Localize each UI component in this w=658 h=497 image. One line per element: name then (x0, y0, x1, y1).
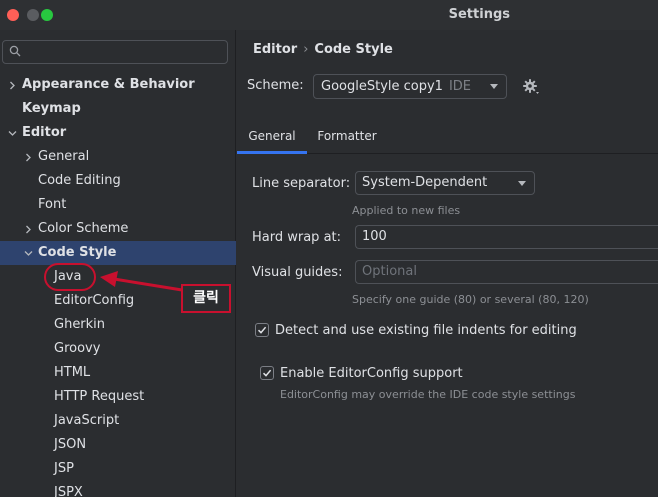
breadcrumb: Editor › Code Style (253, 42, 393, 62)
annotation-click-label: 클릭 (181, 284, 231, 313)
sidebar-item-font[interactable]: Font (0, 193, 236, 217)
annotation-highlight-circle (44, 263, 96, 291)
sidebar-item-label: General (38, 149, 90, 164)
settings-search-input[interactable] (2, 40, 228, 64)
sidebar-item-keymap[interactable]: Keymap (0, 97, 236, 121)
tab-formatter[interactable]: Formatter (313, 124, 381, 154)
editorconfig-checkbox[interactable] (260, 366, 274, 380)
search-icon (9, 45, 21, 57)
sidebar-item-color-scheme[interactable]: Color Scheme (0, 217, 236, 241)
sidebar-item-http-request[interactable]: HTTP Request (0, 385, 236, 409)
checkmark-icon (262, 369, 272, 377)
breadcrumb-parent[interactable]: Editor (253, 42, 297, 57)
sidebar-item-jsp[interactable]: JSP (0, 457, 236, 481)
settings-sidebar: Appearance & Behavior Keymap Editor General… (0, 30, 236, 497)
sidebar-item-label: Code Style (38, 245, 117, 260)
scheme-ide-badge: IDE (448, 79, 472, 94)
sidebar-item-label: JSON (54, 437, 87, 452)
sidebar-item-label: Color Scheme (38, 221, 129, 236)
chevron-right-icon[interactable] (22, 217, 34, 241)
code-style-tabs: General Formatter (237, 124, 658, 154)
sidebar-item-editor[interactable]: Editor (0, 121, 236, 145)
gear-icon[interactable] (522, 78, 540, 96)
visual-guides-input[interactable]: Optional (355, 260, 658, 284)
sidebar-item-label: Keymap (22, 101, 81, 116)
breadcrumb-separator: › (303, 42, 309, 57)
chevron-right-icon[interactable] (22, 145, 34, 169)
sidebar-item-label: HTML (54, 365, 91, 380)
annotation-arrow-icon (100, 271, 183, 292)
sidebar-item-jspx[interactable]: JSPX (0, 481, 236, 497)
scheme-dropdown[interactable]: GoogleStyle copy1 IDE (313, 74, 507, 99)
checkmark-icon (257, 326, 267, 334)
sidebar-item-json[interactable]: JSON (0, 433, 236, 457)
sidebar-item-label: JSPX (54, 485, 83, 497)
line-separator-hint: Applied to new files (352, 204, 461, 217)
breadcrumb-current: Code Style (314, 42, 393, 57)
sidebar-item-label: JSP (54, 461, 74, 476)
line-separator-dropdown[interactable]: System-Dependent (355, 171, 535, 195)
sidebar-item-label: Code Editing (38, 173, 121, 188)
detect-indents-checkbox[interactable] (255, 323, 269, 337)
sidebar-item-general[interactable]: General (0, 145, 236, 169)
tab-general[interactable]: General (237, 124, 307, 154)
sidebar-item-label: JavaScript (54, 413, 120, 428)
line-separator-value: System-Dependent (362, 175, 488, 190)
visual-guides-label: Visual guides: (252, 265, 343, 280)
chevron-down-icon (518, 181, 526, 186)
sidebar-item-appearance-behavior[interactable]: Appearance & Behavior (0, 73, 236, 97)
sidebar-item-label: Appearance & Behavior (22, 77, 195, 92)
sidebar-item-label: Editor (22, 125, 67, 140)
sidebar-item-groovy[interactable]: Groovy (0, 337, 236, 361)
hard-wrap-label: Hard wrap at: (252, 230, 342, 245)
line-separator-label: Line separator: (252, 176, 351, 191)
sidebar-item-label: Gherkin (54, 317, 106, 332)
detect-indents-label[interactable]: Detect and use existing file indents for… (275, 323, 577, 338)
chevron-right-icon[interactable] (6, 73, 18, 97)
scheme-label: Scheme: (247, 78, 304, 93)
sidebar-item-label: Groovy (54, 341, 101, 356)
sidebar-item-gherkin[interactable]: Gherkin (0, 313, 236, 337)
sidebar-item-html[interactable]: HTML (0, 361, 236, 385)
visual-guides-hint: Specify one guide (80) or several (80, 1… (352, 293, 589, 306)
sidebar-item-label: HTTP Request (54, 389, 145, 404)
sidebar-item-code-style[interactable]: Code Style (0, 241, 236, 265)
sidebar-item-code-editing[interactable]: Code Editing (0, 169, 236, 193)
code-style-panel: Editor › Code Style Scheme: GoogleStyle co… (237, 30, 658, 497)
chevron-down-icon[interactable] (22, 241, 34, 265)
scheme-value: GoogleStyle copy1 (321, 79, 443, 94)
sidebar-item-label: Font (38, 197, 67, 212)
hard-wrap-input[interactable]: 100 (355, 225, 658, 249)
title-bar: Settings (0, 0, 658, 30)
sidebar-item-javascript[interactable]: JavaScript (0, 409, 236, 433)
chevron-down-icon[interactable] (6, 121, 18, 145)
chevron-down-icon (490, 84, 498, 89)
window-title: Settings (448, 7, 510, 22)
editorconfig-label[interactable]: Enable EditorConfig support (280, 366, 463, 381)
editorconfig-hint: EditorConfig may override the IDE code s… (280, 388, 576, 401)
